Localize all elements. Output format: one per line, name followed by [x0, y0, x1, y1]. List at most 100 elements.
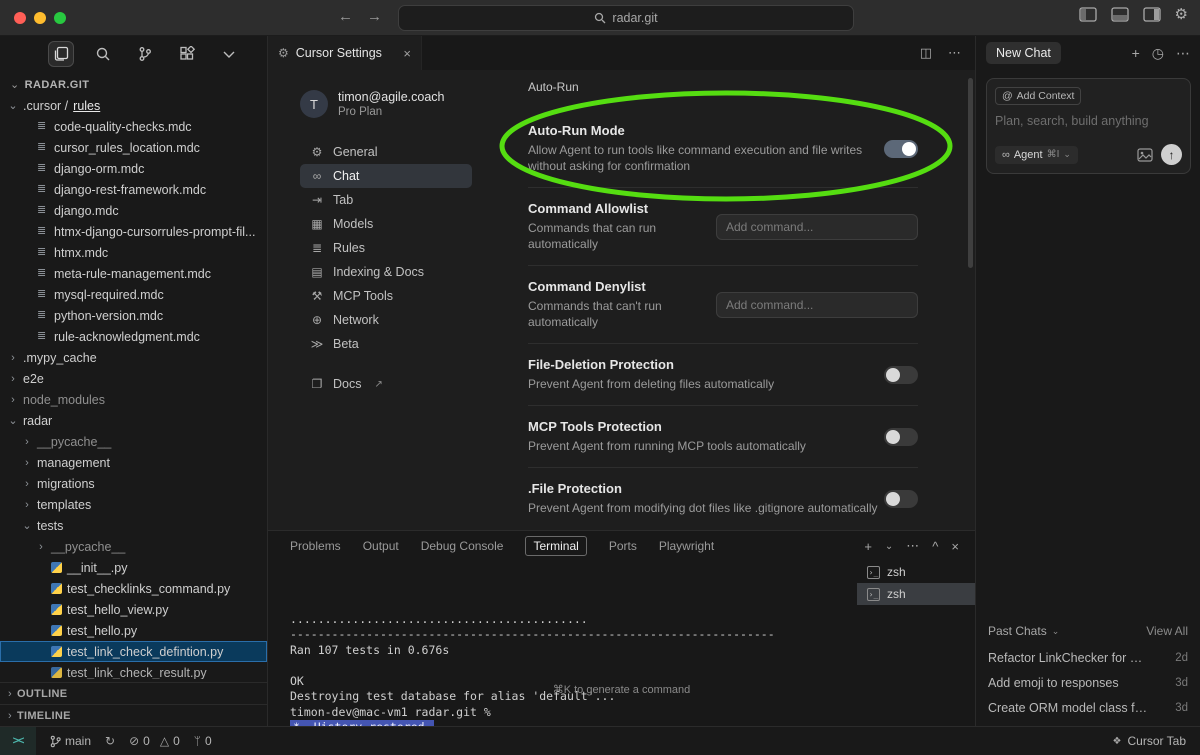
tab-close-icon[interactable]: ×	[403, 46, 411, 61]
chat-history-icon[interactable]: ◷	[1152, 45, 1164, 62]
panel-left-icon[interactable]	[1079, 7, 1097, 22]
panel-tab[interactable]: Playwright	[659, 539, 714, 553]
chevron-down-icon[interactable]	[216, 41, 242, 67]
agent-mode-selector[interactable]: ∞ Agent ⌘I ⌄	[995, 146, 1078, 164]
nav-back-icon[interactable]: ←	[338, 8, 353, 25]
explorer-item[interactable]: test_link_check_defintion.py	[0, 641, 267, 662]
past-chats-title[interactable]: Past Chats	[988, 624, 1047, 638]
new-chat-icon[interactable]: +	[1132, 45, 1140, 61]
scrollbar[interactable]	[968, 78, 973, 268]
terminal-instance[interactable]: ›_ zsh	[857, 561, 975, 583]
git-branch-status[interactable]: main	[50, 734, 91, 748]
new-terminal-icon[interactable]: +	[864, 539, 872, 554]
split-editor-icon[interactable]: ◫	[920, 45, 932, 61]
explorer-item[interactable]: › __pycache__	[0, 536, 267, 557]
setting-toggle[interactable]	[884, 490, 918, 508]
explorer-root[interactable]: ⌄ RADAR.GIT	[0, 72, 267, 95]
panel-bottom-icon[interactable]	[1111, 7, 1129, 22]
explorer-item[interactable]: test_link_check_result.py	[0, 662, 267, 679]
explorer-item[interactable]: django-orm.mdc	[0, 158, 267, 179]
settings-nav-item[interactable]: ▤ Indexing & Docs	[300, 260, 472, 284]
past-chat-item[interactable]: Create ORM model class fo... 3d	[988, 701, 1188, 715]
settings-gear-icon[interactable]: ⚙	[1175, 7, 1188, 22]
explorer-item[interactable]: code-quality-checks.mdc	[0, 116, 267, 137]
maximize-panel-icon[interactable]: ^	[932, 539, 938, 554]
sidebar-section-header[interactable]: › TIMELINE	[0, 704, 267, 726]
explorer-item[interactable]: django-rest-framework.mdc	[0, 179, 267, 200]
settings-nav-item[interactable]: ❐ Docs ↗	[300, 372, 472, 396]
settings-nav-item[interactable]: ⇥ Tab	[300, 188, 472, 212]
explorer-item[interactable]: rule-acknowledgment.mdc	[0, 326, 267, 347]
settings-nav-item[interactable]: ≫ Beta	[300, 332, 472, 356]
attach-image-icon[interactable]	[1137, 148, 1153, 162]
explorer-icon[interactable]	[48, 41, 74, 67]
settings-nav-item[interactable]: ∞ Chat	[300, 164, 472, 188]
terminal-instance[interactable]: ›_ zsh	[857, 583, 975, 605]
add-command-input[interactable]	[716, 214, 918, 240]
send-button[interactable]: ↑	[1161, 144, 1182, 165]
explorer-item[interactable]: › __pycache__	[0, 431, 267, 452]
panel-tab[interactable]: Terminal	[525, 536, 586, 556]
setting-toggle[interactable]	[884, 140, 918, 158]
past-chat-item[interactable]: Refactor LinkChecker for m... 2d	[988, 651, 1188, 665]
explorer-item[interactable]: test_hello_view.py	[0, 599, 267, 620]
sidebar-section-header[interactable]: › OUTLINE	[0, 682, 267, 704]
settings-nav-item[interactable]: ≣ Rules	[300, 236, 472, 260]
source-control-icon[interactable]	[132, 41, 158, 67]
explorer-item[interactable]: › e2e	[0, 368, 267, 389]
explorer-item[interactable]: meta-rule-management.mdc	[0, 263, 267, 284]
view-all-link[interactable]: View All	[1146, 624, 1188, 638]
explorer-item[interactable]: test_hello.py	[0, 620, 267, 641]
add-context-chip[interactable]: @ Add Context	[995, 87, 1081, 105]
explorer-item[interactable]: › templates	[0, 494, 267, 515]
explorer-item[interactable]: › migrations	[0, 473, 267, 494]
explorer-item[interactable]: htmx-django-cursorrules-prompt-fil...	[0, 221, 267, 242]
settings-nav-item[interactable]: ⚒ MCP Tools	[300, 284, 472, 308]
tab-cursor-settings[interactable]: ⚙ Cursor Settings ×	[268, 36, 422, 70]
chat-input[interactable]: @ Add Context Plan, search, build anythi…	[986, 78, 1191, 174]
explorer-item[interactable]: ⌄ radar	[0, 410, 267, 431]
explorer-item[interactable]: htmx.mdc	[0, 242, 267, 263]
past-chat-item[interactable]: Add emoji to responses 3d	[988, 676, 1188, 690]
new-chat-tab[interactable]: New Chat	[986, 42, 1061, 64]
minimize-window-button[interactable]	[34, 12, 46, 24]
chat-more-icon[interactable]: ⋯	[1176, 45, 1190, 62]
search-icon[interactable]	[90, 41, 116, 67]
explorer-item[interactable]: › .mypy_cache	[0, 347, 267, 368]
explorer-item[interactable]: mysql-required.mdc	[0, 284, 267, 305]
remote-indicator-icon[interactable]: ><	[0, 727, 36, 755]
terminal-dropdown-icon[interactable]: ⌄	[885, 541, 893, 552]
explorer-item[interactable]: › node_modules	[0, 389, 267, 410]
explorer-item[interactable]: ⌄ .cursor / rules	[0, 95, 267, 116]
explorer-item[interactable]: test_checklinks_command.py	[0, 578, 267, 599]
problems-status[interactable]: ⊘ 0 △ 0	[129, 734, 180, 748]
explorer-item[interactable]: django.mdc	[0, 200, 267, 221]
explorer-item[interactable]: cursor_rules_location.mdc	[0, 137, 267, 158]
extensions-icon[interactable]	[174, 41, 200, 67]
settings-nav-item[interactable]: ⚙ General	[300, 140, 472, 164]
panel-tab[interactable]: Output	[363, 539, 399, 553]
explorer-item[interactable]: __init__.py	[0, 557, 267, 578]
settings-nav-item[interactable]: ▦ Models	[300, 212, 472, 236]
sync-status[interactable]: ↻	[105, 734, 115, 748]
ports-status[interactable]: ᛘ 0	[194, 734, 212, 748]
close-panel-icon[interactable]: ×	[951, 539, 959, 554]
panel-right-icon[interactable]	[1143, 7, 1161, 22]
panel-tab[interactable]: Ports	[609, 539, 637, 553]
setting-toggle[interactable]	[884, 366, 918, 384]
setting-toggle[interactable]	[884, 428, 918, 446]
explorer-item[interactable]: python-version.mdc	[0, 305, 267, 326]
nav-forward-icon[interactable]: →	[367, 8, 382, 25]
panel-tab[interactable]: Debug Console	[421, 539, 504, 553]
cursor-tab-status[interactable]: ❖ Cursor Tab	[1113, 734, 1200, 748]
add-command-input[interactable]	[716, 292, 918, 318]
explorer-item[interactable]: › management	[0, 452, 267, 473]
more-actions-icon[interactable]: ⋯	[906, 538, 919, 554]
close-window-button[interactable]	[14, 12, 26, 24]
more-actions-icon[interactable]: ⋯	[948, 45, 961, 61]
panel-tab[interactable]: Problems	[290, 539, 341, 553]
explorer-item[interactable]: ⌄ tests	[0, 515, 267, 536]
command-center-search[interactable]: radar.git	[398, 5, 854, 31]
zoom-window-button[interactable]	[54, 12, 66, 24]
settings-nav-item[interactable]: ⊕ Network	[300, 308, 472, 332]
